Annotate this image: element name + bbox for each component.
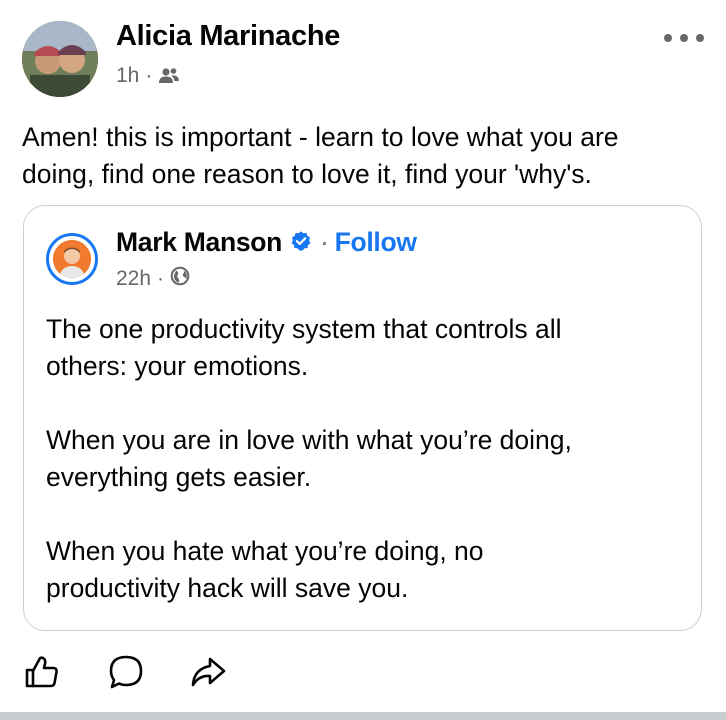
post-timestamp[interactable]: 1h [116,64,139,88]
post-meta: 1h · [116,64,180,88]
feed-divider [0,712,726,720]
globe-icon[interactable] [170,266,190,292]
shared-post-meta: 22h · [116,266,190,292]
meta-separator: · [145,64,153,87]
shared-author-photo [53,240,91,278]
follow-separator: · [320,227,329,257]
post-text: Amen! this is important - learn to love … [22,122,619,189]
feed-post: Alicia Marinache 1h · Amen! this is impo… [0,0,726,720]
shared-author-name[interactable]: Mark Manson [116,227,282,258]
more-options-icon[interactable] [664,30,704,46]
author-avatar[interactable] [22,21,98,97]
verified-badge-icon [290,228,312,259]
author-name[interactable]: Alicia Marinache [116,20,340,53]
shared-meta-separator: · [157,267,165,290]
shared-author-avatar[interactable] [46,233,98,285]
comment-icon[interactable] [104,650,148,694]
shared-post-card[interactable]: Mark Manson · Follow 22h · The one produ… [23,205,702,631]
share-icon[interactable] [186,650,230,694]
friends-icon[interactable] [158,67,180,85]
follow-button[interactable]: Follow [335,227,417,258]
shared-post-timestamp[interactable]: 22h [116,267,151,291]
shared-post-text: The one productivity system that control… [46,314,572,603]
shared-author-row: Mark Manson · Follow [116,226,417,259]
author-photo [22,21,98,97]
like-icon[interactable] [20,650,64,694]
post-actions [0,650,726,700]
